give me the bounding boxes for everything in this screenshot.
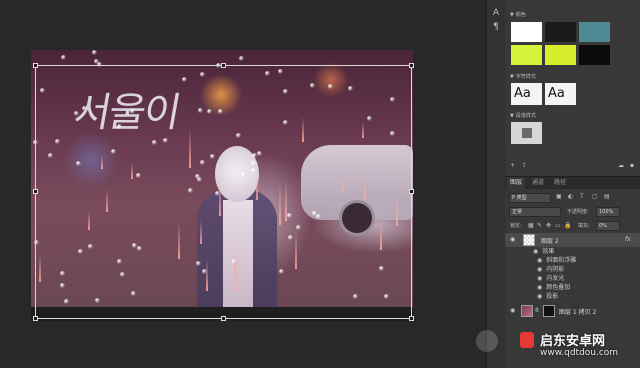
raindrop [61, 55, 66, 60]
panel-icon-strip: A ¶ [486, 0, 505, 368]
layer-row-layer2[interactable]: ◉ 图层 2 fx [505, 233, 640, 247]
opacity-input[interactable]: 100% [596, 207, 620, 217]
filter-shape-icon[interactable]: ▢ [592, 193, 598, 200]
filter-pixel-icon[interactable]: ▣ [556, 193, 562, 200]
char-style-1[interactable]: Aa [511, 83, 542, 105]
wechat-icon [476, 330, 498, 352]
fill-label: 填充: [578, 223, 590, 229]
text-tool-icon[interactable]: A [487, 8, 505, 18]
layer-name: 图层 1 拷贝 2 [559, 309, 597, 316]
filter-smart-icon[interactable]: ▤ [604, 193, 610, 200]
swatch-black-2[interactable] [579, 45, 610, 65]
raindrop [94, 59, 99, 64]
lock-all-icon[interactable]: 🔒 [564, 222, 571, 229]
link-icon: 8 [535, 307, 539, 314]
effect-drop-shadow[interactable]: ◉ 投影 [537, 292, 558, 302]
fx-badge[interactable]: fx [625, 236, 631, 243]
lock-label: 锁定: [510, 223, 522, 229]
eye-icon[interactable]: ◉ [537, 257, 542, 264]
char-style-2[interactable]: Aa [545, 83, 576, 105]
raindrop [92, 50, 97, 55]
watermark-title: 启东安卓网 [540, 334, 606, 349]
eye-icon[interactable]: ◉ [537, 275, 542, 282]
transform-handle-tl[interactable] [33, 63, 38, 68]
swatches-panel-title[interactable]: ▼ 颜色 [510, 11, 526, 18]
eye-icon[interactable]: ◉ [537, 266, 542, 273]
char-styles-panel-title[interactable]: ▼ 字符样式 [510, 73, 536, 80]
eye-icon[interactable]: ◉ [537, 284, 542, 291]
filter-type-icon[interactable]: T [580, 193, 584, 200]
raindrop [239, 56, 244, 61]
eye-icon[interactable]: ◉ [510, 236, 515, 243]
lock-artboard-icon[interactable]: ▭ [555, 222, 561, 229]
free-transform-box[interactable] [33, 63, 414, 321]
lock-move-icon[interactable]: ✥ [546, 222, 551, 229]
swatch-white[interactable] [511, 22, 542, 42]
swatch-lime-1[interactable] [511, 45, 542, 65]
transform-handle-tr[interactable] [409, 63, 414, 68]
transform-handle-bc[interactable] [221, 316, 226, 321]
layer-row-layer1-copy2[interactable]: ◉ 8 图层 1 拷贝 2 [505, 303, 640, 319]
eye-icon[interactable]: ◉ [510, 307, 515, 314]
lock-paint-icon[interactable]: ✎ [537, 222, 542, 229]
layers-panel-tabs: 图层 通道 路径 [505, 176, 640, 189]
transform-handle-bl[interactable] [33, 316, 38, 321]
tab-paths[interactable]: 路径 [551, 177, 569, 189]
tab-channels[interactable]: 通道 [529, 177, 547, 189]
filter-adjust-icon[interactable]: ◐ [568, 193, 573, 200]
load-style-icon[interactable]: ⇪ [522, 162, 527, 169]
swatch-black[interactable] [545, 22, 576, 42]
blend-mode-select[interactable]: 正常 [509, 207, 561, 217]
tab-layers[interactable]: 图层 [507, 177, 526, 189]
eye-icon[interactable]: ◉ [537, 293, 542, 300]
transform-handle-br[interactable] [409, 316, 414, 321]
layer-mask-thumbnail[interactable] [543, 305, 555, 317]
transform-handle-ml[interactable] [33, 189, 38, 194]
lock-pixels-icon[interactable]: ▦ [528, 222, 534, 229]
layer-filter-select[interactable]: P 类型 [509, 193, 551, 203]
canvas-area[interactable]: 서울이 [0, 0, 486, 368]
collapse-arrow-icon: ▼ [510, 113, 514, 119]
watermark-url: www.qdtdou.com [540, 348, 619, 358]
transform-handle-tc[interactable] [221, 63, 226, 68]
eye-icon[interactable]: ◉ [533, 248, 538, 255]
para-styles-panel-title[interactable]: ▼ 段落样式 [510, 112, 536, 119]
paragraph-icon[interactable]: ¶ [487, 22, 505, 32]
swatch-lime-2[interactable] [545, 45, 576, 65]
new-style-icon[interactable]: + [510, 162, 515, 169]
swatch-teal[interactable] [579, 22, 610, 42]
para-style-glyph [522, 128, 532, 138]
layer-name: 图层 2 [541, 238, 559, 245]
layer-thumbnail [521, 305, 533, 317]
layer-thumbnail [523, 234, 535, 246]
collapse-arrow-icon: ▼ [510, 74, 514, 80]
collapse-arrow-icon: ▼ [510, 12, 514, 18]
opacity-label: 不透明度: [567, 209, 589, 215]
delete-style-icon[interactable]: ▪ [630, 162, 634, 169]
site-logo-icon [520, 332, 534, 348]
cloud-icon[interactable]: ☁ [618, 162, 624, 169]
transform-handle-mr[interactable] [409, 189, 414, 194]
fill-input[interactable]: 0% [596, 221, 620, 231]
